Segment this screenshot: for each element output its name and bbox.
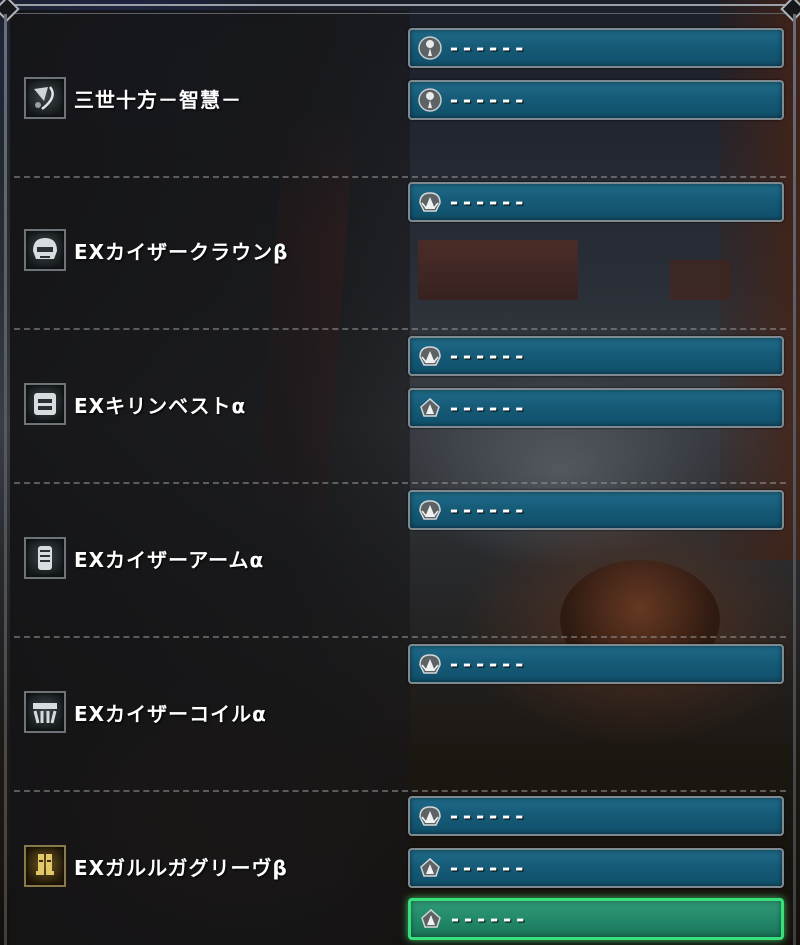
decoration-slot[interactable]: ------ xyxy=(408,388,784,428)
decoration-slot-size4-icon xyxy=(416,188,444,216)
equipment-name: EXカイザークラウンβ xyxy=(74,239,289,264)
equipment-name: EXキリンベストα xyxy=(74,393,247,418)
equipment-row: ------ EXカイザーコイルα xyxy=(14,636,786,786)
decoration-slot-size4-icon xyxy=(416,496,444,524)
decoration-slot-label: ------ xyxy=(449,907,528,931)
equipment-name: EXカイザーコイルα xyxy=(74,701,267,726)
window-frame-top xyxy=(8,4,792,14)
decoration-slot-size3-icon xyxy=(417,905,445,933)
equipment-name: EXガルルガグリーヴβ xyxy=(74,855,288,880)
equipment-item[interactable]: 三世十方－智慧－ xyxy=(24,76,242,120)
decoration-slot[interactable]: ------ xyxy=(408,80,784,120)
decoration-slot-label: ------ xyxy=(448,396,527,420)
equipment-row: ------ ------ EXキリンベストα xyxy=(14,328,786,478)
decoration-slot-label: ------ xyxy=(448,88,527,112)
equipment-item[interactable]: EXガルルガグリーヴβ xyxy=(24,844,288,888)
decoration-slot-size4-icon xyxy=(416,802,444,830)
decoration-slot-label: ------ xyxy=(448,804,527,828)
decoration-slot[interactable]: ------ xyxy=(408,796,784,836)
window-frame-right xyxy=(793,14,796,945)
equipment-item[interactable]: EXキリンベストα xyxy=(24,382,246,426)
window-frame-left xyxy=(4,14,7,945)
decoration-slot-selected[interactable]: ------ xyxy=(408,898,784,940)
decoration-slot-size1-icon xyxy=(416,86,444,114)
arm-icon xyxy=(24,537,66,579)
equipment-item[interactable]: EXカイザークラウンβ xyxy=(24,228,288,272)
decoration-slot-size4-icon xyxy=(416,342,444,370)
decoration-slot[interactable]: ------ xyxy=(408,182,784,222)
decoration-slot[interactable]: ------ xyxy=(408,644,784,684)
equipment-row: ------ ------ 三世十方－智慧－ xyxy=(14,20,786,170)
equipment-row: ------ ------ ------ EXガルルガグリーヴβ xyxy=(14,790,786,945)
waist-icon xyxy=(24,691,66,733)
equipment-item[interactable]: EXカイザーコイルα xyxy=(24,690,267,734)
decoration-slot-label: ------ xyxy=(448,498,527,522)
equipment-name: 三世十方－智慧－ xyxy=(74,87,242,112)
equipment-name: EXカイザーアームα xyxy=(74,547,265,572)
equipment-row: ------ EXカイザーアームα xyxy=(14,482,786,632)
decoration-slot-size3-icon xyxy=(416,854,444,882)
decoration-slot[interactable]: ------ xyxy=(408,490,784,530)
charm-icon xyxy=(24,77,66,119)
decoration-slot-size3-icon xyxy=(416,394,444,422)
decoration-slot-size1-icon xyxy=(416,34,444,62)
decoration-slot-label: ------ xyxy=(448,36,527,60)
legs-icon xyxy=(24,845,66,887)
chest-icon xyxy=(24,383,66,425)
decoration-slot-label: ------ xyxy=(448,344,527,368)
decoration-slot-label: ------ xyxy=(448,190,527,214)
equipment-row: ------ EXカイザークラウンβ xyxy=(14,176,786,326)
helm-icon xyxy=(24,229,66,271)
decoration-slot-label: ------ xyxy=(448,652,527,676)
equipment-decoration-screen: ------ ------ 三世十方－智慧－ ------ EXカイザークラウン… xyxy=(0,0,800,945)
decoration-slot[interactable]: ------ xyxy=(408,28,784,68)
decoration-slot[interactable]: ------ xyxy=(408,848,784,888)
equipment-item[interactable]: EXカイザーアームα xyxy=(24,536,264,580)
decoration-slot-size4-icon xyxy=(416,650,444,678)
decoration-slot[interactable]: ------ xyxy=(408,336,784,376)
decoration-slot-label: ------ xyxy=(448,856,527,880)
